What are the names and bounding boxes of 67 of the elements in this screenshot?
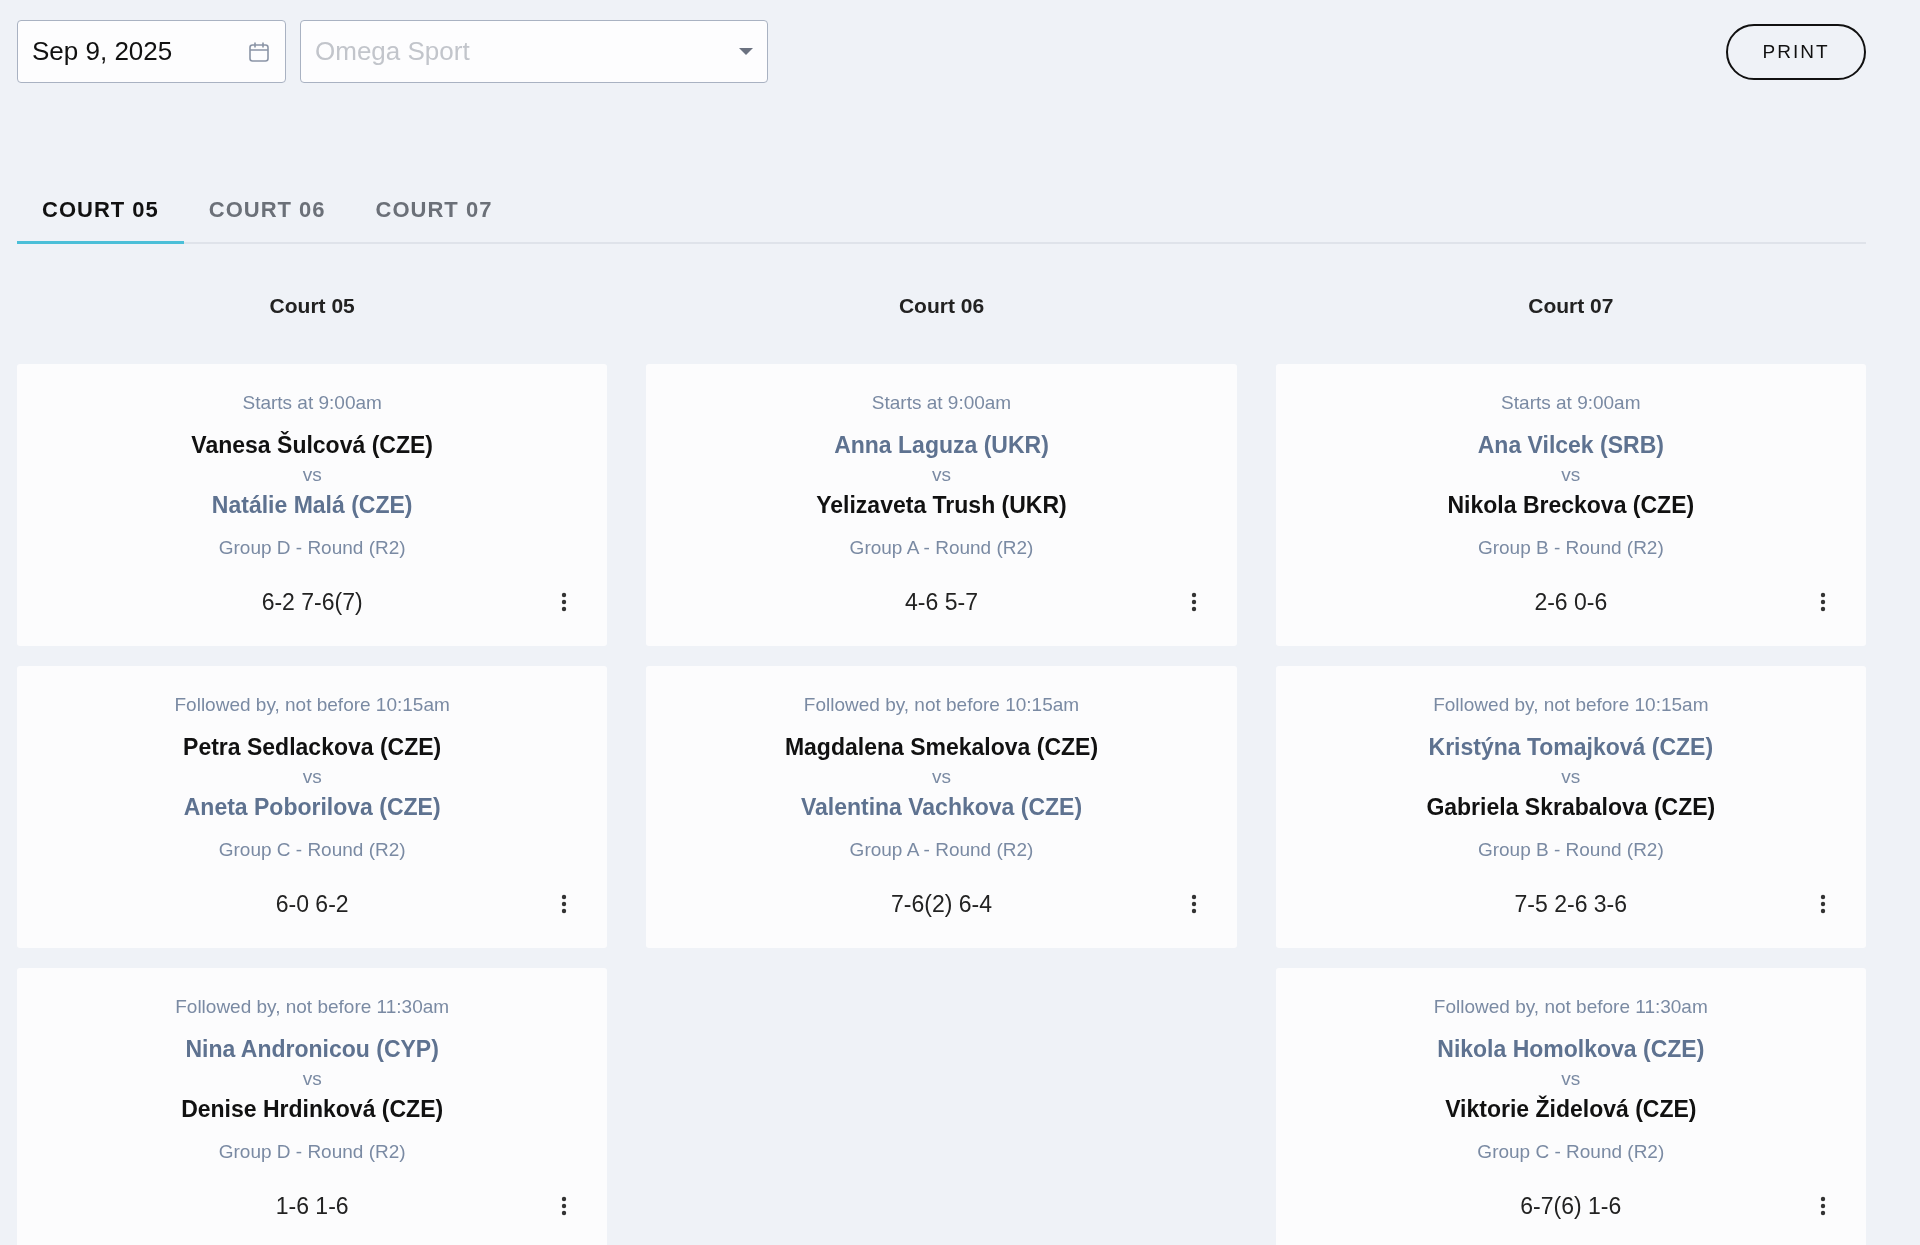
match-time: Followed by, not before 11:30am [1433, 996, 1708, 1018]
player-name: Petra Sedlackova (CZE) [183, 733, 442, 762]
match-time: Starts at 9:00am [1501, 392, 1641, 414]
more-options-icon[interactable] [1820, 1195, 1826, 1216]
round-label: Group C - Round (R2) [218, 838, 406, 861]
versus-label: vs [302, 1067, 322, 1092]
player-name: Nikola Homolkova (CZE) [1437, 1035, 1705, 1064]
player-name: Nina Andronicou (CYP) [185, 1035, 439, 1064]
round-label: Group A - Round (R2) [849, 536, 1034, 559]
match-time: Starts at 9:00am [871, 392, 1012, 414]
versus-label: vs [1561, 765, 1581, 790]
court-tab[interactable]: COURT 06 [183, 183, 351, 244]
versus-label: vs [302, 463, 322, 488]
court-tab[interactable]: COURT 07 [350, 183, 518, 244]
player-name: Valentina Vachkova (CZE) [800, 792, 1083, 822]
match-score: 4-6 5-7 [905, 588, 978, 616]
player-name: Aneta Poborilova (CZE) [183, 792, 441, 822]
print-button[interactable]: PRINT [1726, 23, 1866, 80]
court-heading: Court 05 [268, 293, 356, 319]
match-score: 6-0 6-2 [275, 890, 349, 918]
match-score: 2-6 0-6 [1534, 588, 1608, 616]
round-label: Group B - Round (R2) [1477, 838, 1664, 861]
round-label: Group D - Round (R2) [218, 1140, 406, 1163]
match-time: Starts at 9:00am [242, 392, 382, 414]
venue-placeholder: Omega Sport [315, 36, 470, 67]
player-name: Denise Hrdinková (CZE) [181, 1094, 444, 1124]
match-score: 1-6 1-6 [275, 1192, 349, 1220]
date-field[interactable]: Sep 9, 2025 [17, 20, 286, 83]
player-name: Kristýna Tomajková (CZE) [1428, 733, 1714, 762]
player-name: Natálie Malá (CZE) [211, 490, 413, 520]
match-score: 6-7(6) 1-6 [1520, 1192, 1622, 1220]
match-time: Followed by, not before 11:30am [175, 996, 450, 1018]
player-name: Viktorie Židelová (CZE) [1445, 1094, 1697, 1124]
player-name: Anna Laguza (UKR) [834, 431, 1049, 460]
versus-label: vs [1561, 1067, 1581, 1092]
match-time: Followed by, not before 10:15am [1433, 694, 1709, 716]
player-name: Gabriela Skrabalova (CZE) [1426, 792, 1716, 822]
match-time: Followed by, not before 10:15am [174, 694, 450, 716]
more-options-icon[interactable] [561, 591, 568, 612]
player-name: Yelizaveta Trush (UKR) [816, 490, 1067, 520]
dropdown-caret-icon [739, 47, 753, 56]
more-options-icon[interactable] [1820, 591, 1826, 612]
court-heading: Court 07 [1527, 293, 1615, 319]
more-options-icon[interactable] [1190, 591, 1197, 612]
more-options-icon[interactable] [1820, 893, 1826, 914]
more-options-icon[interactable] [561, 893, 568, 914]
round-label: Group B - Round (R2) [1477, 536, 1664, 559]
versus-label: vs [932, 765, 951, 790]
match-score: 7-6(2) 6-4 [891, 890, 992, 918]
player-name: Nikola Breckova (CZE) [1447, 490, 1695, 520]
round-label: Group D - Round (R2) [218, 536, 406, 559]
player-name: Ana Vilcek (SRB) [1477, 431, 1664, 460]
court-heading: Court 06 [897, 293, 986, 319]
match-time: Followed by, not before 10:15am [803, 694, 1080, 716]
round-label: Group C - Round (R2) [1477, 1140, 1665, 1163]
player-name: Magdalena Smekalova (CZE) [784, 733, 1099, 762]
match-score: 6-2 7-6(7) [261, 588, 363, 616]
more-options-icon[interactable] [561, 1195, 568, 1216]
versus-label: vs [1561, 463, 1581, 488]
date-value: Sep 9, 2025 [32, 36, 173, 67]
more-options-icon[interactable] [1190, 893, 1197, 914]
court-tab[interactable]: COURT 05 [17, 183, 184, 244]
player-name: Vanesa Šulcová (CZE) [191, 430, 433, 460]
versus-label: vs [932, 463, 951, 488]
round-label: Group A - Round (R2) [849, 838, 1034, 861]
match-score: 7-5 2-6 3-6 [1514, 890, 1628, 918]
versus-label: vs [302, 765, 322, 790]
